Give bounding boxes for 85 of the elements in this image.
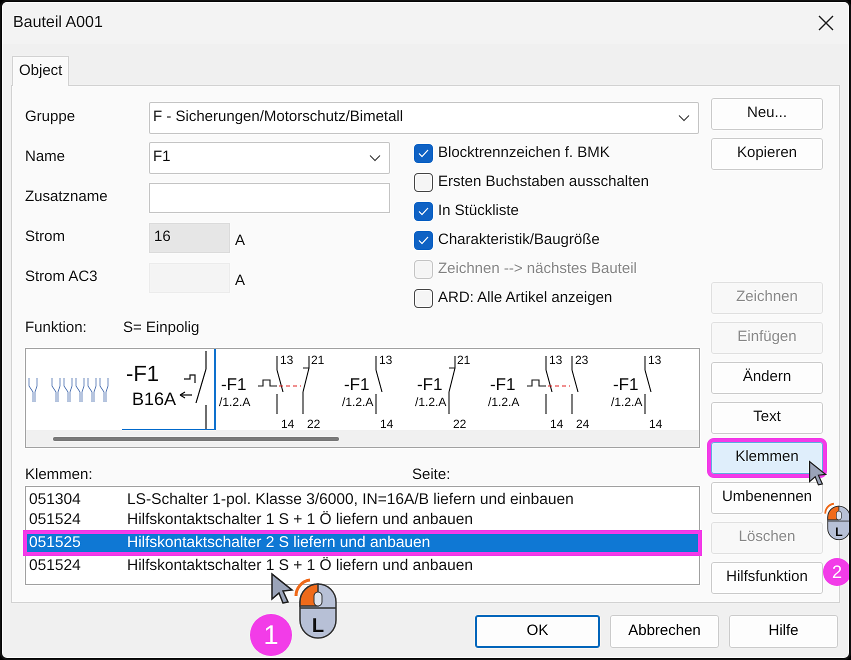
symbol-label: -F1 — [417, 374, 442, 394]
button[interactable]: Umbenennen — [711, 482, 823, 514]
terminal-number: 24 — [576, 416, 590, 430]
unit-label: A — [235, 271, 246, 292]
cursor-icon — [808, 460, 828, 486]
symbol-label: -F1 — [613, 374, 638, 394]
reference-label: /1.2.A — [219, 394, 250, 409]
terminal-number: 21 — [311, 352, 324, 367]
list-label: Klemmen: — [25, 465, 94, 485]
terminal-number: 22 — [453, 416, 466, 430]
terminal-number: 13 — [379, 352, 392, 367]
reference-label: /1.2.A — [611, 394, 642, 409]
mouse-button-label: L — [835, 524, 843, 539]
column-label: Seite: — [412, 465, 450, 485]
checkbox[interactable] — [414, 230, 433, 250]
field-label: Strom AC3 — [25, 267, 99, 288]
list-row[interactable]: 051525 Hilfskontaktschalter 2 S liefern und anbauen — [23, 530, 702, 556]
terminal-number: 14 — [281, 416, 294, 430]
checkbox[interactable] — [414, 172, 433, 192]
symbol-label: -F1 — [126, 360, 159, 386]
checkbox[interactable] — [414, 202, 433, 220]
field-label: Gruppe — [25, 107, 76, 128]
window-title: Bauteil A001 — [13, 13, 103, 33]
checkbox[interactable] — [414, 144, 433, 162]
checkbox-label: Blocktrennzeichen f. BMK — [438, 142, 610, 163]
terminal-number: 13 — [280, 352, 294, 367]
dropdown[interactable]: F - Sicherungen/Motorschutz/Bimetall — [149, 102, 699, 134]
reference-label: /1.2.A — [342, 394, 374, 409]
symbol-label: -F1 — [344, 374, 370, 394]
checkbox-label: Zeichnen --> nächstes Bauteil — [438, 258, 637, 279]
symbol-label: -F1 — [221, 374, 246, 394]
field-label: Strom — [25, 227, 66, 248]
reference-label: /1.2.A — [488, 394, 520, 409]
checkmark-icon — [418, 148, 429, 158]
field-label: Zusatzname — [25, 187, 109, 208]
terminal-number: 13 — [549, 352, 562, 367]
contact-drawing — [448, 355, 456, 414]
terminal-number: 14 — [649, 416, 662, 430]
terminal-number: 14 — [550, 416, 564, 430]
symbol-label: -F1 — [490, 374, 516, 394]
dropdown[interactable]: F1 — [149, 142, 390, 174]
button[interactable]: Abbrechen — [610, 614, 719, 648]
button[interactable]: Text — [711, 402, 823, 434]
cursor-icon — [270, 572, 294, 604]
button[interactable]: Kopieren — [711, 138, 823, 170]
reference-label: /1.2.A — [415, 394, 446, 409]
thumbnail-drawing — [51, 376, 111, 403]
checkbox-label: ARD: Alle Artikel anzeigen — [438, 288, 612, 308]
mouse-icon — [824, 502, 849, 540]
close-icon — [818, 15, 834, 31]
number-field[interactable]: 16 — [149, 222, 230, 252]
chevron-down-icon — [678, 114, 690, 122]
list-row[interactable]: 051304 LS-Schalter 1-pol. Klasse 3/6000, IN=16A/B liefern und einbauen — [26, 490, 699, 510]
contact-drawing — [258, 355, 310, 414]
rating-label: B16A — [132, 388, 176, 409]
button[interactable]: Neu... — [711, 98, 823, 130]
field-label: Name — [25, 147, 66, 168]
terminal-number: 23 — [575, 352, 588, 367]
terminal-number: 22 — [307, 416, 320, 430]
chevron-down-icon — [369, 154, 381, 162]
terminal-number: 21 — [457, 352, 470, 367]
terminal-number: 14 — [380, 416, 394, 430]
checkmark-icon — [418, 236, 429, 244]
text-field[interactable] — [149, 182, 390, 212]
list-row[interactable]: 051524 Hilfskontaktschalter 1 S + 1 Ö liefern und anbauen — [26, 556, 699, 576]
mouse-button-label: L — [312, 615, 324, 637]
checkbox-label: Charakteristik/Baugröße — [438, 230, 600, 250]
checkbox-label: In Stückliste — [438, 200, 519, 221]
list-row[interactable]: 051524 Hilfskontaktschalter 1 S + 1 Ö liefern und anbauen — [26, 510, 699, 530]
function-value: S= Einpolig — [123, 318, 200, 338]
mouse-icon — [294, 578, 337, 639]
button[interactable]: OK — [475, 614, 600, 648]
terminal-number: 13 — [648, 352, 662, 367]
scrollbar-thumb[interactable] — [53, 437, 339, 442]
step-number: 1 — [250, 614, 292, 656]
tab[interactable]: Object — [12, 56, 70, 86]
checkbox-label: Ersten Buchstaben ausschalten — [438, 172, 649, 192]
section-label: Funktion: — [25, 318, 88, 338]
checkmark-icon — [418, 206, 429, 216]
button[interactable]: Hilfsfunktion — [711, 562, 823, 594]
button[interactable]: Ändern — [711, 362, 823, 394]
thumbnail-drawing — [28, 376, 40, 403]
checkbox[interactable] — [414, 288, 433, 308]
button[interactable]: Hilfe — [729, 614, 838, 648]
unit-label: A — [235, 231, 246, 252]
